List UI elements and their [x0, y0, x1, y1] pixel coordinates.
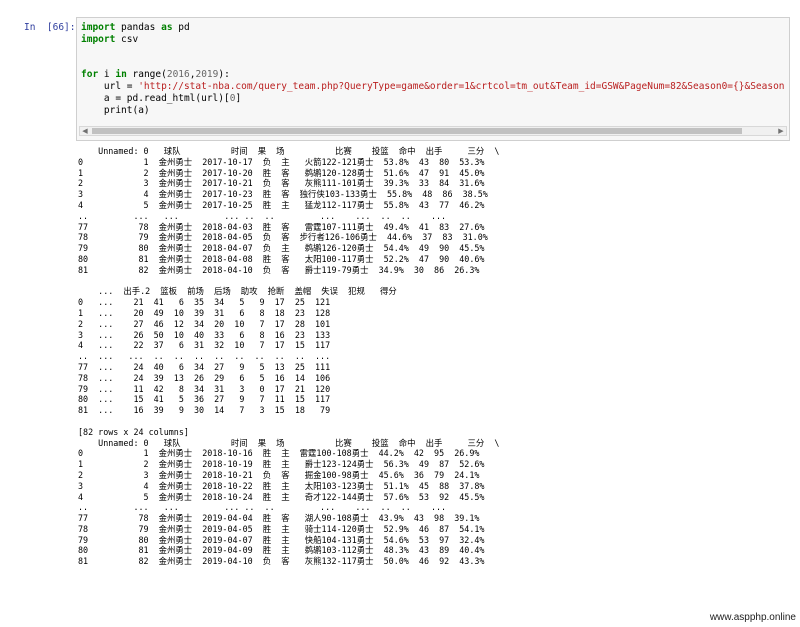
code-line[interactable]: print(a) [81, 105, 785, 117]
code-editor[interactable]: import pandas as pd import csv for i in r… [81, 22, 785, 116]
code-token: import [81, 33, 116, 45]
code-token: in [115, 69, 127, 81]
scroll-right-icon[interactable]: ▶ [776, 127, 786, 135]
code-token: pandas [115, 22, 162, 33]
code-line[interactable]: for i in range(2016,2019): [81, 69, 785, 81]
code-token: as [161, 22, 173, 33]
code-token: i [98, 69, 116, 81]
code-token: pd [172, 22, 190, 33]
code-token: range( [126, 69, 167, 81]
code-token: import [81, 22, 116, 33]
code-token: for [81, 69, 99, 81]
code-line[interactable]: import pandas as pd [81, 22, 785, 34]
code-token: print(a) [81, 104, 150, 116]
code-cell[interactable]: import pandas as pd import csv for i in r… [76, 17, 790, 141]
cell-output: Unnamed: 0 球队 时间 果 场 比赛 投篮 命中 出手 三分 \ 0 … [78, 146, 792, 624]
horizontal-scrollbar[interactable]: ◀ ▶ [79, 126, 787, 136]
code-token: 'http://stat-nba.com/query_team.php?Quer… [138, 80, 785, 92]
code-token: a = pd.read_html(url)[ [81, 92, 230, 104]
code-token: ] [235, 92, 242, 104]
site-watermark: www.aspphp.online [709, 612, 796, 623]
code-line[interactable]: url = 'http://stat-nba.com/query_team.ph… [81, 81, 785, 93]
scroll-left-icon[interactable]: ◀ [80, 127, 90, 135]
code-token: 2019 [195, 69, 219, 81]
code-line[interactable] [81, 46, 785, 58]
code-token: csv [115, 33, 139, 45]
code-token: 2016 [166, 69, 190, 81]
code-token: ): [218, 69, 230, 81]
output-text: Unnamed: 0 球队 时间 果 场 比赛 投篮 命中 出手 三分 \ 0 … [78, 146, 500, 567]
code-line[interactable]: import csv [81, 34, 785, 46]
code-token: url = [81, 80, 139, 92]
scrollbar-thumb[interactable] [92, 128, 742, 134]
code-line[interactable] [81, 57, 785, 69]
code-line[interactable]: a = pd.read_html(url)[0] [81, 93, 785, 105]
cell-prompt: In [66]: [24, 22, 76, 33]
